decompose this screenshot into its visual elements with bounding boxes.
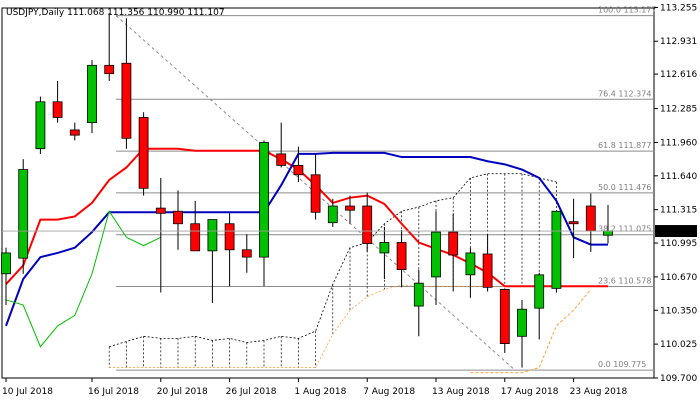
fib-label: 76.4 112.374 [598, 89, 651, 98]
y-tick-label: 110.350 [660, 306, 697, 316]
candle-body [345, 205, 355, 211]
y-tick-label: 110.995 [660, 239, 697, 249]
candle-body [104, 64, 115, 75]
y-tick-label: 112.931 [660, 37, 697, 47]
candle-body [327, 205, 338, 224]
candle-body [482, 253, 493, 288]
y-tick-label: 112.285 [660, 105, 697, 115]
x-tick-label: 20 Jul 2018 [157, 387, 208, 397]
x-tick-label: 13 Aug 2018 [432, 387, 490, 397]
fib-label: 0.0 109.775 [598, 360, 646, 369]
candle-body [1, 252, 11, 275]
candle-body [155, 207, 166, 214]
candle-body [551, 210, 562, 289]
x-tick-label: 23 Aug 2018 [570, 387, 628, 397]
x-tick-label: 7 Aug 2018 [363, 387, 415, 397]
candle-body [517, 308, 527, 337]
candle-body [293, 164, 304, 176]
y-tick-label: 111.315 [660, 206, 697, 216]
candle-body [173, 210, 183, 225]
x-tick-label: 10 Jul 2018 [2, 387, 53, 397]
candle-body [448, 231, 459, 256]
candle-body [35, 101, 46, 150]
candle-body [69, 129, 80, 136]
chart: 100.0 113.177 76.4 112.374 61.8 111.877 50.… [0, 0, 700, 400]
x-tick-label: 1 Aug 2018 [294, 387, 346, 397]
candle-body [413, 282, 424, 307]
chart-canvas: 100.0 113.177 76.4 112.374 61.8 111.877 50.… [0, 0, 700, 400]
candle-body [224, 223, 235, 251]
last-price-label: 111.107 [659, 227, 696, 237]
candle-body [603, 230, 613, 236]
candle-body [568, 221, 579, 225]
candle-body [121, 62, 132, 139]
candle-body [379, 242, 390, 254]
candle-body [18, 169, 29, 259]
candle-body [310, 174, 321, 213]
candle-body [207, 219, 218, 252]
candle-body [241, 249, 252, 258]
candle-body [534, 274, 545, 309]
fib-label: 23.6 110.578 [598, 276, 651, 285]
x-tick-label: 17 Aug 2018 [501, 387, 559, 397]
candle-body [431, 231, 441, 278]
candle-body [138, 117, 149, 189]
candle-body [585, 205, 596, 232]
y-tick-label: 112.616 [660, 70, 697, 80]
y-tick-label: 111.640 [660, 172, 697, 182]
x-tick-label: 26 Jul 2018 [226, 387, 277, 397]
fib-label: 100.0 113.177 [598, 6, 657, 15]
y-tick-label: 110.025 [660, 340, 697, 350]
candle-body [52, 101, 63, 118]
chart-title: USDJPY,Daily 111.068 111.356 110.990 111… [6, 8, 225, 18]
candle-body [259, 142, 269, 258]
y-tick-label: 113.255 [660, 3, 697, 13]
candle-body [465, 252, 476, 276]
candle-body [190, 223, 201, 252]
candle-body [276, 153, 287, 166]
candle-body [87, 64, 97, 124]
fib-label: 61.8 111.877 [598, 141, 651, 150]
candle-body [499, 289, 510, 345]
y-tick-label: 110.670 [660, 273, 697, 283]
y-tick-label: 111.960 [660, 138, 697, 148]
fib-label: 50.0 111.476 [598, 183, 651, 192]
x-tick-label: 16 Jul 2018 [88, 387, 139, 397]
candle-body [396, 242, 407, 271]
y-tick-label: 109.700 [660, 374, 697, 384]
candle-body [362, 205, 373, 244]
